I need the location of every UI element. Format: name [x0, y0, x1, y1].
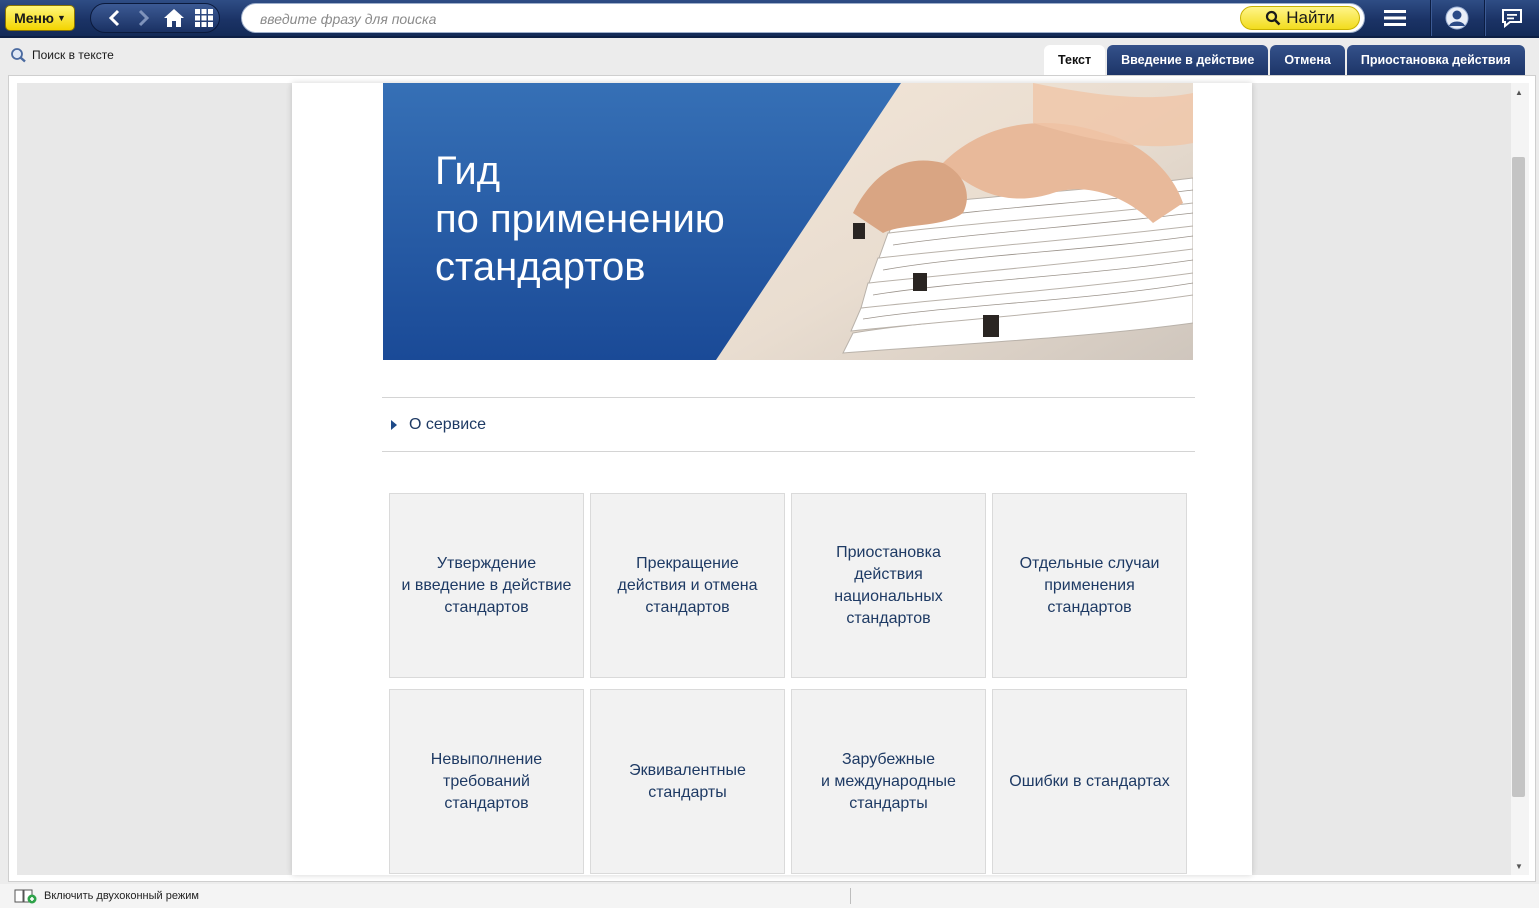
back-button[interactable] [99, 5, 129, 31]
apps-button[interactable] [189, 5, 219, 31]
forward-button[interactable] [129, 5, 159, 31]
hamburger-icon [1384, 10, 1406, 26]
chat-button[interactable] [1487, 0, 1537, 36]
scroll-up-icon[interactable]: ▲ [1511, 85, 1527, 99]
topic-card-label: Ошибки в стандартах [1009, 772, 1170, 790]
caret-right-icon [391, 419, 397, 430]
document-page: Гид по применению стандартов О сервисе У… [292, 83, 1252, 875]
topic-card-non-compliance[interactable]: Невыполнение требований стандартов [389, 689, 584, 874]
document-tabs: Текст Введение в действие Отмена Приоста… [1044, 45, 1525, 75]
topic-card-label: Эквивалентные стандарты [629, 761, 746, 801]
find-button[interactable]: Найти [1240, 6, 1360, 30]
tab-introduction[interactable]: Введение в действие [1107, 45, 1269, 75]
chat-icon [1502, 9, 1522, 28]
status-bar: Включить двухоконный режим [0, 884, 1539, 908]
divider [1484, 0, 1485, 36]
document-frame: Гид по применению стандартов О сервисе У… [8, 75, 1536, 882]
tab-cancellation[interactable]: Отмена [1270, 45, 1345, 75]
tab-label: Введение в действие [1121, 53, 1255, 67]
search-input[interactable] [260, 9, 1220, 29]
topic-card-label: Зарубежные и международные стандарты [821, 750, 956, 812]
hero-banner: Гид по применению стандартов [383, 83, 1193, 360]
hamburger-menu-button[interactable] [1370, 0, 1420, 36]
banner-title: Гид по применению стандартов [435, 149, 725, 289]
topic-card-approval[interactable]: Утверждение и введение в действие станда… [389, 493, 584, 678]
chevron-down-icon: ▼ [56, 13, 66, 23]
search-box: Найти [241, 3, 1365, 33]
scroll-down-icon[interactable]: ▼ [1511, 859, 1527, 873]
home-icon [164, 9, 184, 27]
menu-label: Меню [14, 10, 54, 26]
topic-card-label: Приостановка действия национальных станд… [834, 543, 943, 627]
about-service-label: О сервисе [409, 415, 487, 433]
vertical-scrollbar[interactable]: ▲ ▼ [1511, 83, 1529, 875]
topic-card-suspension[interactable]: Приостановка действия национальных станд… [791, 493, 986, 678]
search-in-text-label: Поиск в тексте [32, 48, 114, 62]
magnifier-icon [11, 48, 26, 63]
top-navigation-bar: Меню ▼ Найти [0, 0, 1539, 38]
topic-card-termination[interactable]: Прекращение действия и отмена стандартов [590, 493, 785, 678]
menu-button[interactable]: Меню ▼ [5, 5, 75, 31]
topic-card-special-cases[interactable]: Отдельные случаи применения стандартов [992, 493, 1187, 678]
topic-card-label: Утверждение и введение в действие станда… [401, 554, 572, 616]
topic-card-label: Прекращение действия и отмена стандартов [617, 554, 758, 616]
home-button[interactable] [159, 5, 189, 31]
search-icon [1266, 10, 1281, 26]
tab-suspension[interactable]: Приостановка действия [1346, 45, 1525, 75]
divider [1430, 0, 1431, 36]
divider [850, 888, 851, 904]
topic-card-label: Невыполнение требований стандартов [430, 750, 543, 812]
topic-card-foreign[interactable]: Зарубежные и международные стандарты [791, 689, 986, 874]
scroll-thumb[interactable] [1512, 157, 1525, 797]
user-icon [1445, 6, 1469, 30]
grid-icon [195, 9, 213, 27]
search-in-text-button[interactable]: Поиск в тексте [10, 47, 114, 63]
navigation-group [90, 3, 220, 33]
tab-label: Приостановка действия [1360, 53, 1511, 67]
dual-window-mode-toggle[interactable]: Включить двухоконный режим [14, 888, 199, 904]
find-label: Найти [1286, 8, 1335, 27]
dual-window-mode-label: Включить двухоконный режим [44, 890, 199, 902]
back-arrow-icon [108, 9, 120, 27]
topic-card-label: Отдельные случаи применения стандартов [1019, 554, 1160, 616]
topic-card-equivalent[interactable]: Эквивалентные стандарты [590, 689, 785, 874]
tab-text[interactable]: Текст [1044, 45, 1106, 75]
tab-label: Текст [1058, 53, 1092, 67]
topic-card-errors[interactable]: Ошибки в стандартах [992, 689, 1187, 874]
dual-window-icon [14, 889, 37, 904]
document-viewport: Гид по применению стандартов О сервисе У… [17, 83, 1511, 875]
forward-arrow-icon [138, 9, 150, 27]
about-service-toggle[interactable]: О сервисе [382, 397, 1195, 452]
user-button[interactable] [1432, 0, 1482, 36]
tab-label: Отмена [1284, 53, 1331, 67]
